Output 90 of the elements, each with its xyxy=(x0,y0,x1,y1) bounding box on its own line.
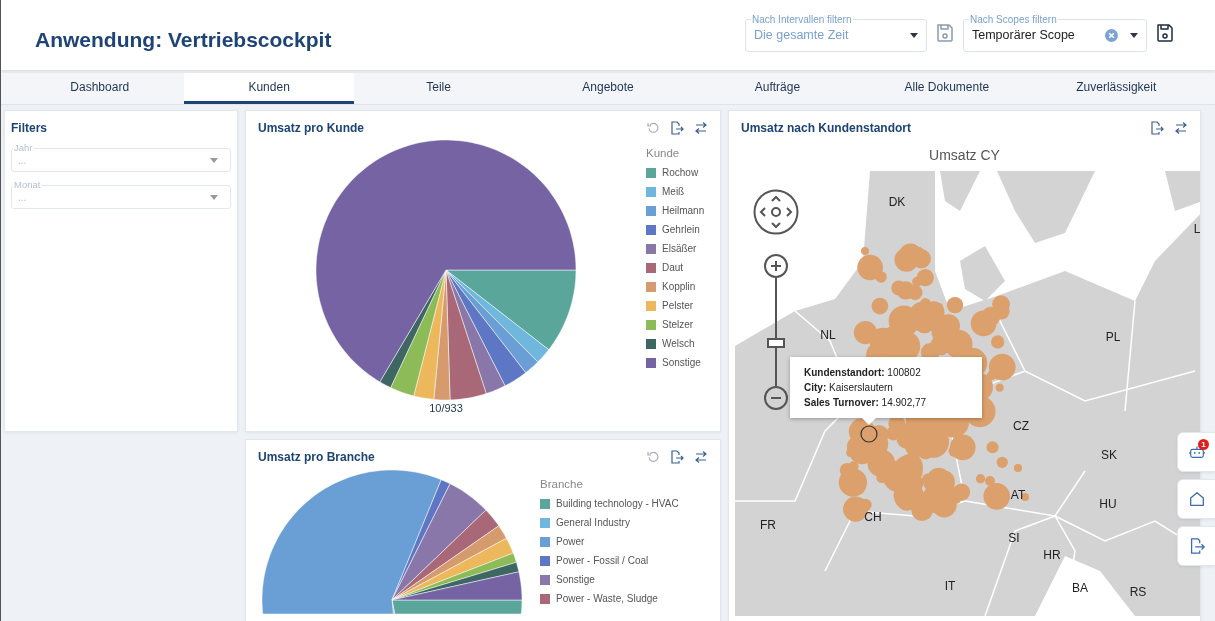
field-placeholder: ... xyxy=(18,155,27,166)
pie-slice[interactable] xyxy=(391,483,487,601)
country-label: SI xyxy=(1008,531,1020,545)
page-counter: 10/933 xyxy=(429,402,463,414)
tab[interactable]: Kunden xyxy=(184,73,354,104)
swap-icon[interactable] xyxy=(1174,121,1188,135)
field-value: Temporärer Scope xyxy=(972,28,1076,42)
legend-label[interactable]: Kopplin xyxy=(662,281,696,292)
tab[interactable]: Zuverlässigkeit xyxy=(1031,73,1201,104)
legend-label[interactable]: Pelster xyxy=(662,300,694,311)
country-label: HU xyxy=(1099,497,1117,511)
swap-icon[interactable] xyxy=(694,121,708,135)
tab[interactable]: Aufträge xyxy=(692,73,863,104)
pie-slice[interactable] xyxy=(445,269,549,363)
export-icon[interactable] xyxy=(1150,121,1164,135)
map-subtitle: Umsatz CY xyxy=(928,147,1001,163)
side-button[interactable] xyxy=(1177,526,1215,566)
field-placeholder: ... xyxy=(18,192,27,203)
field-placeholder: Die gesamte Zeit xyxy=(754,28,850,42)
country-label: CZ xyxy=(1013,419,1029,433)
legend-label[interactable]: Rochow xyxy=(662,167,699,178)
legend-label[interactable]: Power - Waste, Sludge xyxy=(556,593,658,604)
side-button[interactable]: 1 xyxy=(1177,432,1215,472)
pie-slice[interactable] xyxy=(379,269,447,388)
chart-title: Umsatz nach Kundenstandort xyxy=(741,121,911,135)
save-icon[interactable] xyxy=(1155,23,1175,43)
legend-label[interactable]: Heilmann xyxy=(662,205,705,216)
legend-label[interactable]: Sonstige xyxy=(662,357,701,368)
pie-slice[interactable] xyxy=(261,469,442,615)
country-label: FR xyxy=(760,518,776,532)
legend-label[interactable]: Welsch xyxy=(662,338,695,349)
home-icon xyxy=(1187,490,1206,508)
legend-label[interactable]: Elsäßer xyxy=(662,243,697,254)
country-label: IT xyxy=(944,579,956,593)
pan-control-icon[interactable] xyxy=(753,189,799,235)
caret-icon xyxy=(1130,32,1138,38)
legend-title: Kunde xyxy=(646,147,681,159)
country-label: HR xyxy=(1043,548,1061,562)
tooltip-text: City: Kaiserslautern xyxy=(804,381,894,395)
caret-icon xyxy=(210,195,218,200)
zoom-out-button[interactable] xyxy=(764,386,788,410)
field-label: Nach Intervallen filtern xyxy=(751,14,853,25)
country-label: BA xyxy=(1072,581,1088,595)
legend-label[interactable]: Building technology - HVAC xyxy=(556,498,679,509)
legend-label[interactable]: Power xyxy=(556,536,585,547)
export-icon[interactable] xyxy=(670,121,684,135)
tab[interactable]: Teile xyxy=(353,73,524,104)
field-label: Monat xyxy=(13,180,42,190)
legend-label[interactable]: Meiß xyxy=(662,186,685,197)
country-label: L xyxy=(1193,222,1200,236)
legend-label[interactable]: Sonstige xyxy=(556,574,595,585)
caret-icon xyxy=(210,158,218,163)
legend-label[interactable]: Daut xyxy=(662,262,684,273)
chart-title: Umsatz pro Kunde xyxy=(258,121,364,135)
swap-icon[interactable] xyxy=(694,450,708,464)
caret-icon xyxy=(910,32,918,38)
legend-title: Branche xyxy=(540,478,584,490)
tooltip-text: Sales Turnover: 14.902,77 xyxy=(804,396,928,410)
legend-label[interactable]: Gehrlein xyxy=(662,224,700,235)
legend-label[interactable]: General Industry xyxy=(556,517,630,528)
clear-icon[interactable] xyxy=(1105,28,1118,42)
zoom-slider-thumb[interactable] xyxy=(767,338,785,348)
pie-slice[interactable] xyxy=(433,269,451,401)
tooltip-text: Kundenstandort: 100802 xyxy=(804,366,922,380)
field-label: Nach Scopes filtern xyxy=(969,14,1058,25)
tab[interactable]: Dashboard xyxy=(15,73,185,104)
country-label: DK xyxy=(888,195,906,209)
zoom-in-button[interactable] xyxy=(764,254,788,278)
country-label: NL xyxy=(820,328,836,342)
panel-title: Filters xyxy=(11,121,48,135)
pie-slice[interactable] xyxy=(315,139,577,383)
country-label: CH xyxy=(864,510,882,524)
tab[interactable]: Angebote xyxy=(523,73,693,104)
filter-dropdown[interactable]: Nach Scopes filtern Temporärer Scope xyxy=(963,14,1147,52)
notification-badge: 1 xyxy=(1198,439,1209,450)
chart-title: Umsatz pro Branche xyxy=(258,450,375,464)
pie-slice[interactable] xyxy=(445,269,506,394)
country-label: RS xyxy=(1129,585,1147,599)
legend-label[interactable]: Stelzer xyxy=(662,319,694,330)
side-button[interactable] xyxy=(1177,479,1215,519)
country-label: SK xyxy=(1101,448,1117,462)
field-label: Jahr xyxy=(13,143,34,153)
small-slices-group[interactable] xyxy=(391,525,523,601)
export-icon[interactable] xyxy=(670,450,684,464)
country-label: PL xyxy=(1105,330,1121,344)
pie-slice[interactable] xyxy=(445,269,526,387)
legend-label[interactable]: Power - Fossil / Coal xyxy=(556,555,649,566)
app-title: Anwendung: Vertriebscockpit xyxy=(35,28,332,52)
country-label: AT xyxy=(1010,488,1026,502)
tab[interactable]: Alle Dokumente xyxy=(862,73,1032,104)
